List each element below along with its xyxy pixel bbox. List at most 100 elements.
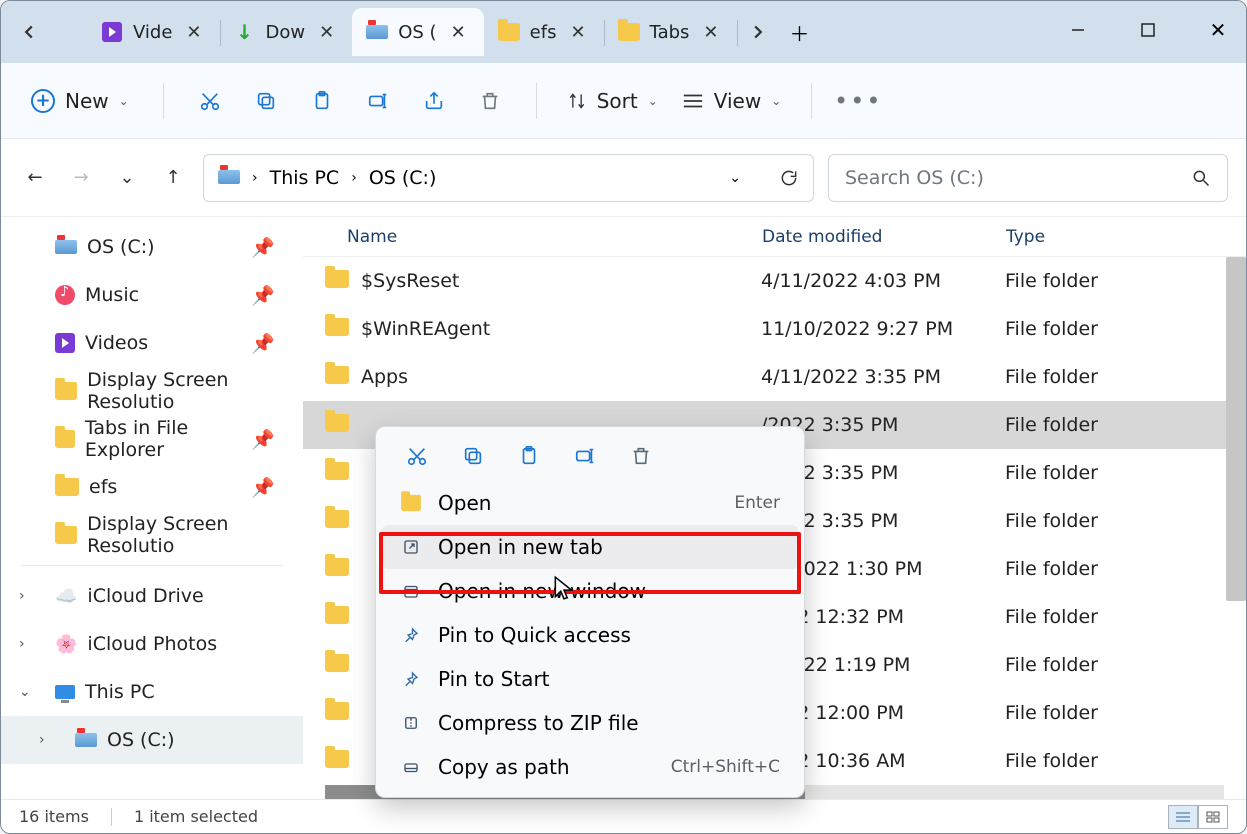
sidebar-item-os-c-sub[interactable]: ›OS (C:) <box>1 716 303 764</box>
sidebar-item-videos[interactable]: Videos📌 <box>1 319 303 367</box>
sidebar-item-icloud-drive[interactable]: ›☁️iCloud Drive <box>1 572 303 620</box>
view-toggle-details[interactable] <box>1168 805 1228 829</box>
disk-icon <box>366 21 388 43</box>
download-icon: ↓ <box>234 21 256 43</box>
file-row[interactable]: $SysReset4/11/2022 4:03 PMFile folder <box>303 257 1246 305</box>
up-button[interactable]: ↑ <box>157 162 189 194</box>
sidebar-item-folder[interactable]: efs📌 <box>1 463 303 511</box>
selection-count: 1 item selected <box>134 807 258 826</box>
sidebar-item-icloud-photos[interactable]: ›🌸iCloud Photos <box>1 620 303 668</box>
forward-button[interactable]: → <box>65 162 97 194</box>
chevron-right-icon: › <box>252 170 258 186</box>
context-menu-item[interactable]: Pin to Start <box>382 657 798 701</box>
vertical-scrollbar[interactable] <box>1226 257 1246 601</box>
chevron-down-icon: ⌄ <box>771 94 781 108</box>
rename-button[interactable] <box>356 90 400 112</box>
details-view-icon[interactable] <box>1168 805 1198 829</box>
expand-icon[interactable]: › <box>19 588 25 604</box>
cut-button[interactable] <box>188 90 232 112</box>
column-name[interactable]: Name <box>347 227 762 247</box>
navigation-pane: OS (C:)📌 Music📌 Videos📌 Display Screen R… <box>1 217 303 799</box>
column-date[interactable]: Date modified <box>762 227 1006 247</box>
column-type[interactable]: Type <box>1006 227 1246 247</box>
sort-menu[interactable]: Sort ⌄ <box>561 85 664 117</box>
expand-icon[interactable]: › <box>39 732 45 748</box>
paste-button[interactable] <box>300 90 344 112</box>
menu-item-label: Pin to Quick access <box>438 623 631 647</box>
delete-button[interactable] <box>468 90 512 112</box>
context-menu-item[interactable]: Compress to ZIP file <box>382 701 798 745</box>
context-menu-item[interactable]: Pin to Quick access <box>382 613 798 657</box>
tab-efs[interactable]: efs ✕ <box>484 8 604 56</box>
folder-icon <box>325 654 351 676</box>
folder-icon <box>325 750 351 772</box>
search-box[interactable]: Search OS (C:) <box>828 154 1228 202</box>
folder-icon <box>325 318 351 340</box>
tab-os-c[interactable]: OS ( ✕ <box>352 8 483 56</box>
file-type: File folder <box>1005 702 1246 724</box>
context-menu-item[interactable]: OpenEnter <box>382 481 798 525</box>
toolbar: + New ⌄ Sort ⌄ View ⌄ ••• <box>1 63 1246 139</box>
sidebar-item-this-pc[interactable]: ⌄This PC <box>1 668 303 716</box>
folder-icon <box>498 21 520 43</box>
copy-button[interactable] <box>244 90 288 112</box>
file-row[interactable]: Apps4/11/2022 3:35 PMFile folder <box>303 353 1246 401</box>
tab-scroll-left[interactable] <box>7 10 51 54</box>
folder-icon <box>325 702 351 724</box>
breadcrumb-current[interactable]: OS (C:) <box>369 167 437 189</box>
new-button[interactable]: + New ⌄ <box>21 83 139 119</box>
tab-tabs[interactable]: Tabs ✕ <box>604 8 737 56</box>
sidebar-item-folder[interactable]: Display Screen Resolutio <box>1 367 303 415</box>
maximize-button[interactable] <box>1126 11 1170 49</box>
address-bar[interactable]: › This PC › OS (C:) ⌄ <box>203 154 814 202</box>
file-name: $WinREAgent <box>361 318 761 340</box>
tab-downloads[interactable]: ↓ Dow ✕ <box>220 8 353 56</box>
file-type: File folder <box>1005 510 1246 532</box>
close-window-button[interactable]: ✕ <box>1196 11 1240 49</box>
more-button[interactable]: ••• <box>836 87 880 115</box>
refresh-button[interactable] <box>779 168 799 188</box>
new-tab-button[interactable]: ＋ <box>779 18 821 47</box>
delete-icon[interactable] <box>626 441 656 471</box>
view-menu[interactable]: View ⌄ <box>676 85 788 117</box>
file-type: File folder <box>1005 654 1246 676</box>
paste-icon[interactable] <box>514 441 544 471</box>
tab-scroll-right[interactable] <box>737 25 779 39</box>
file-type: File folder <box>1005 318 1246 340</box>
window-controls: ✕ <box>1056 11 1240 49</box>
file-type: File folder <box>1005 366 1246 388</box>
sidebar-item-folder[interactable]: Display Screen Resolutio <box>1 511 303 559</box>
back-button[interactable]: ← <box>19 162 51 194</box>
thumbnails-view-icon[interactable] <box>1198 805 1228 829</box>
titlebar: Vide ✕ ↓ Dow ✕ OS ( ✕ efs ✕ <box>1 1 1246 63</box>
folder-icon <box>55 478 79 496</box>
context-menu-item[interactable]: Open in new tab <box>382 525 798 569</box>
copy-icon[interactable] <box>458 441 488 471</box>
address-row: ← → ⌄ ↑ › This PC › OS (C:) ⌄ Search OS … <box>1 139 1246 217</box>
context-menu-item[interactable]: Open in new window <box>382 569 798 613</box>
chevron-down-icon[interactable]: ⌄ <box>729 170 741 186</box>
sidebar-item-folder[interactable]: Tabs in File Explorer📌 <box>1 415 303 463</box>
file-name: Apps <box>361 366 761 388</box>
close-tab-icon[interactable]: ✕ <box>447 20 470 45</box>
tab-videos[interactable]: Vide ✕ <box>87 8 220 56</box>
rename-icon[interactable] <box>570 441 600 471</box>
close-tab-icon[interactable]: ✕ <box>182 20 205 45</box>
search-icon <box>1191 168 1211 188</box>
expand-icon[interactable]: › <box>19 636 25 652</box>
minimize-button[interactable] <box>1056 11 1100 49</box>
file-row[interactable]: $WinREAgent11/10/2022 9:27 PMFile folder <box>303 305 1246 353</box>
recent-locations-button[interactable]: ⌄ <box>111 162 143 194</box>
share-button[interactable] <box>412 90 456 112</box>
cut-icon[interactable] <box>402 441 432 471</box>
collapse-icon[interactable]: ⌄ <box>19 684 31 700</box>
close-tab-icon[interactable]: ✕ <box>699 20 722 45</box>
close-tab-icon[interactable]: ✕ <box>566 20 589 45</box>
close-tab-icon[interactable]: ✕ <box>315 20 338 45</box>
sidebar-item-music[interactable]: Music📌 <box>1 271 303 319</box>
breadcrumb-this-pc[interactable]: This PC <box>270 167 340 189</box>
folder-icon <box>325 270 351 292</box>
sidebar-item-os-c[interactable]: OS (C:)📌 <box>1 223 303 271</box>
keyboard-shortcut: Enter <box>734 493 780 513</box>
context-menu-item[interactable]: Copy as pathCtrl+Shift+C <box>382 745 798 789</box>
